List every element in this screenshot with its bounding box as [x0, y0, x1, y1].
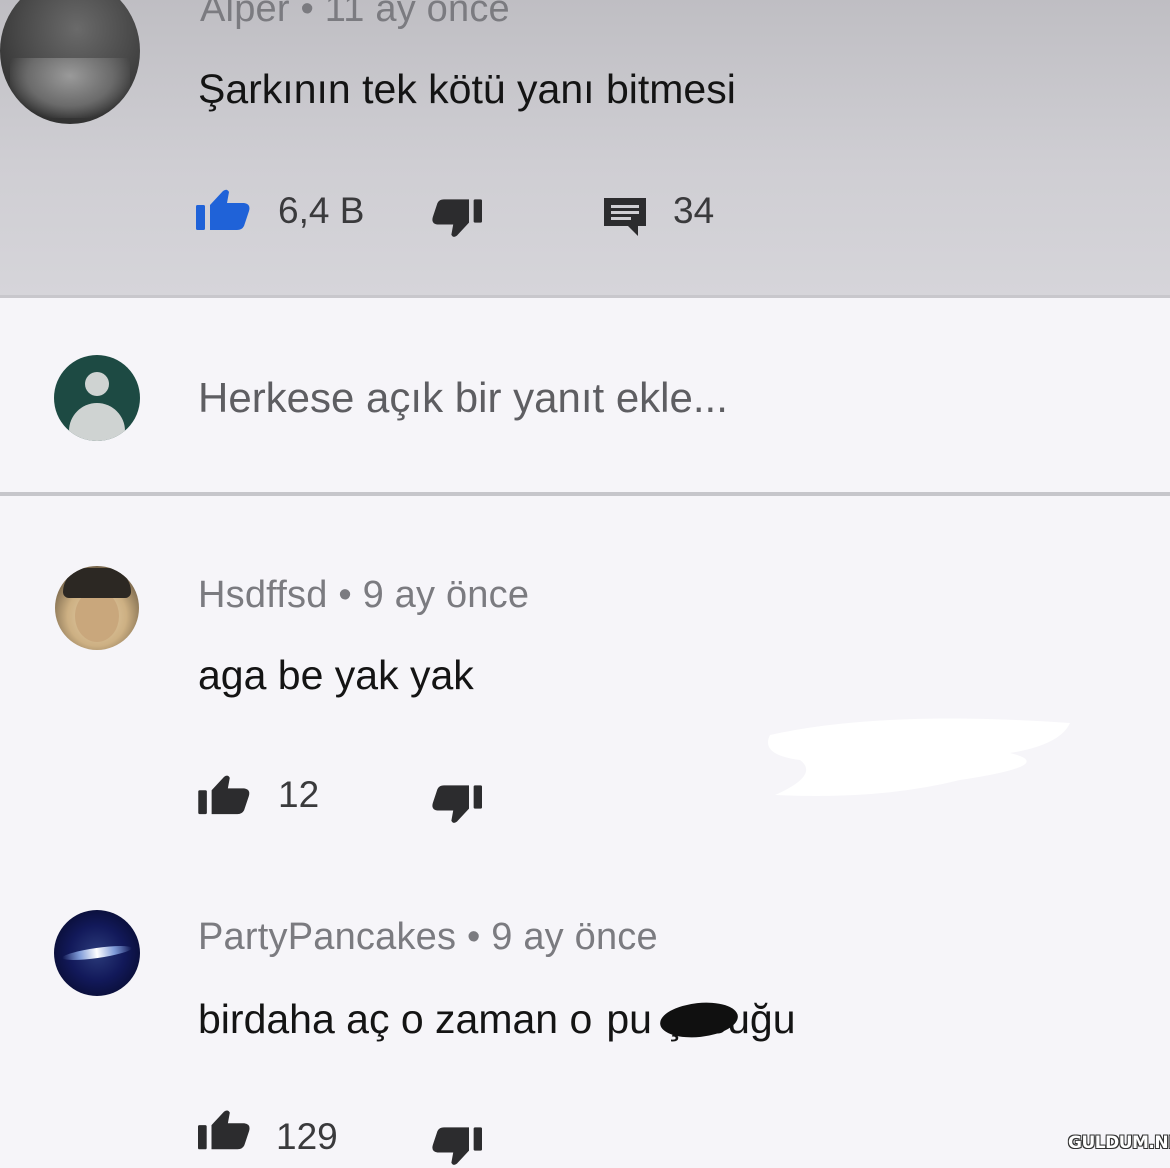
dislike-button[interactable] [430, 1124, 482, 1168]
reply-button[interactable] [602, 196, 648, 238]
like-count: 129 [276, 1116, 338, 1157]
like-button[interactable] [198, 1108, 252, 1152]
section-divider [0, 295, 1170, 298]
thumbs-down-icon [430, 1124, 482, 1168]
dislike-button[interactable] [430, 782, 482, 826]
avatar[interactable] [54, 910, 140, 996]
avatar[interactable] [0, 0, 140, 124]
comment-time: 9 ay önce [491, 916, 658, 958]
thumbs-down-icon [430, 782, 482, 826]
highlighted-comment [0, 0, 1170, 297]
comment-time: 11 ay önce [324, 0, 510, 30]
like-count: 6,4 B [278, 190, 365, 231]
thumbs-down-icon [430, 196, 482, 240]
comment-author[interactable]: PartyPancakes [198, 916, 456, 958]
comment-author[interactable]: Hsdffsd [198, 574, 328, 616]
comment-text-before: birdaha aç o zaman o [198, 996, 593, 1042]
reply-input[interactable]: Herkese açık bir yanıt ekle... [198, 374, 728, 422]
meta-separator: • [338, 574, 352, 616]
comment-meta: PartyPancakes • 9 ay önce [198, 916, 658, 959]
meta-separator: • [300, 0, 314, 30]
redaction-smudge [760, 705, 1080, 805]
thumbs-up-icon [196, 188, 252, 232]
thumbs-up-icon [198, 1108, 252, 1152]
comment-author[interactable]: Alper [200, 0, 290, 30]
avatar[interactable] [55, 566, 139, 650]
reply-comment-icon [602, 196, 648, 238]
comment-text: aga be yak yak [198, 652, 474, 698]
like-count: 12 [278, 774, 320, 815]
like-button[interactable] [198, 774, 252, 816]
user-avatar-icon [54, 355, 140, 441]
reply-count: 34 [673, 190, 715, 231]
comment-meta: Hsdffsd • 9 ay önce [198, 574, 529, 617]
watermark: GULDUM.NET [1068, 1133, 1170, 1153]
thumbs-up-icon [198, 774, 252, 816]
meta-separator: • [466, 916, 481, 958]
section-divider [0, 492, 1170, 496]
comment-meta: Alper • 11 ay önce [200, 0, 510, 31]
comment-text: Şarkının tek kötü yanı bitmesi [198, 66, 736, 112]
comment-time: 9 ay önce [362, 574, 530, 616]
like-button[interactable] [196, 188, 252, 232]
dislike-button[interactable] [430, 196, 482, 240]
